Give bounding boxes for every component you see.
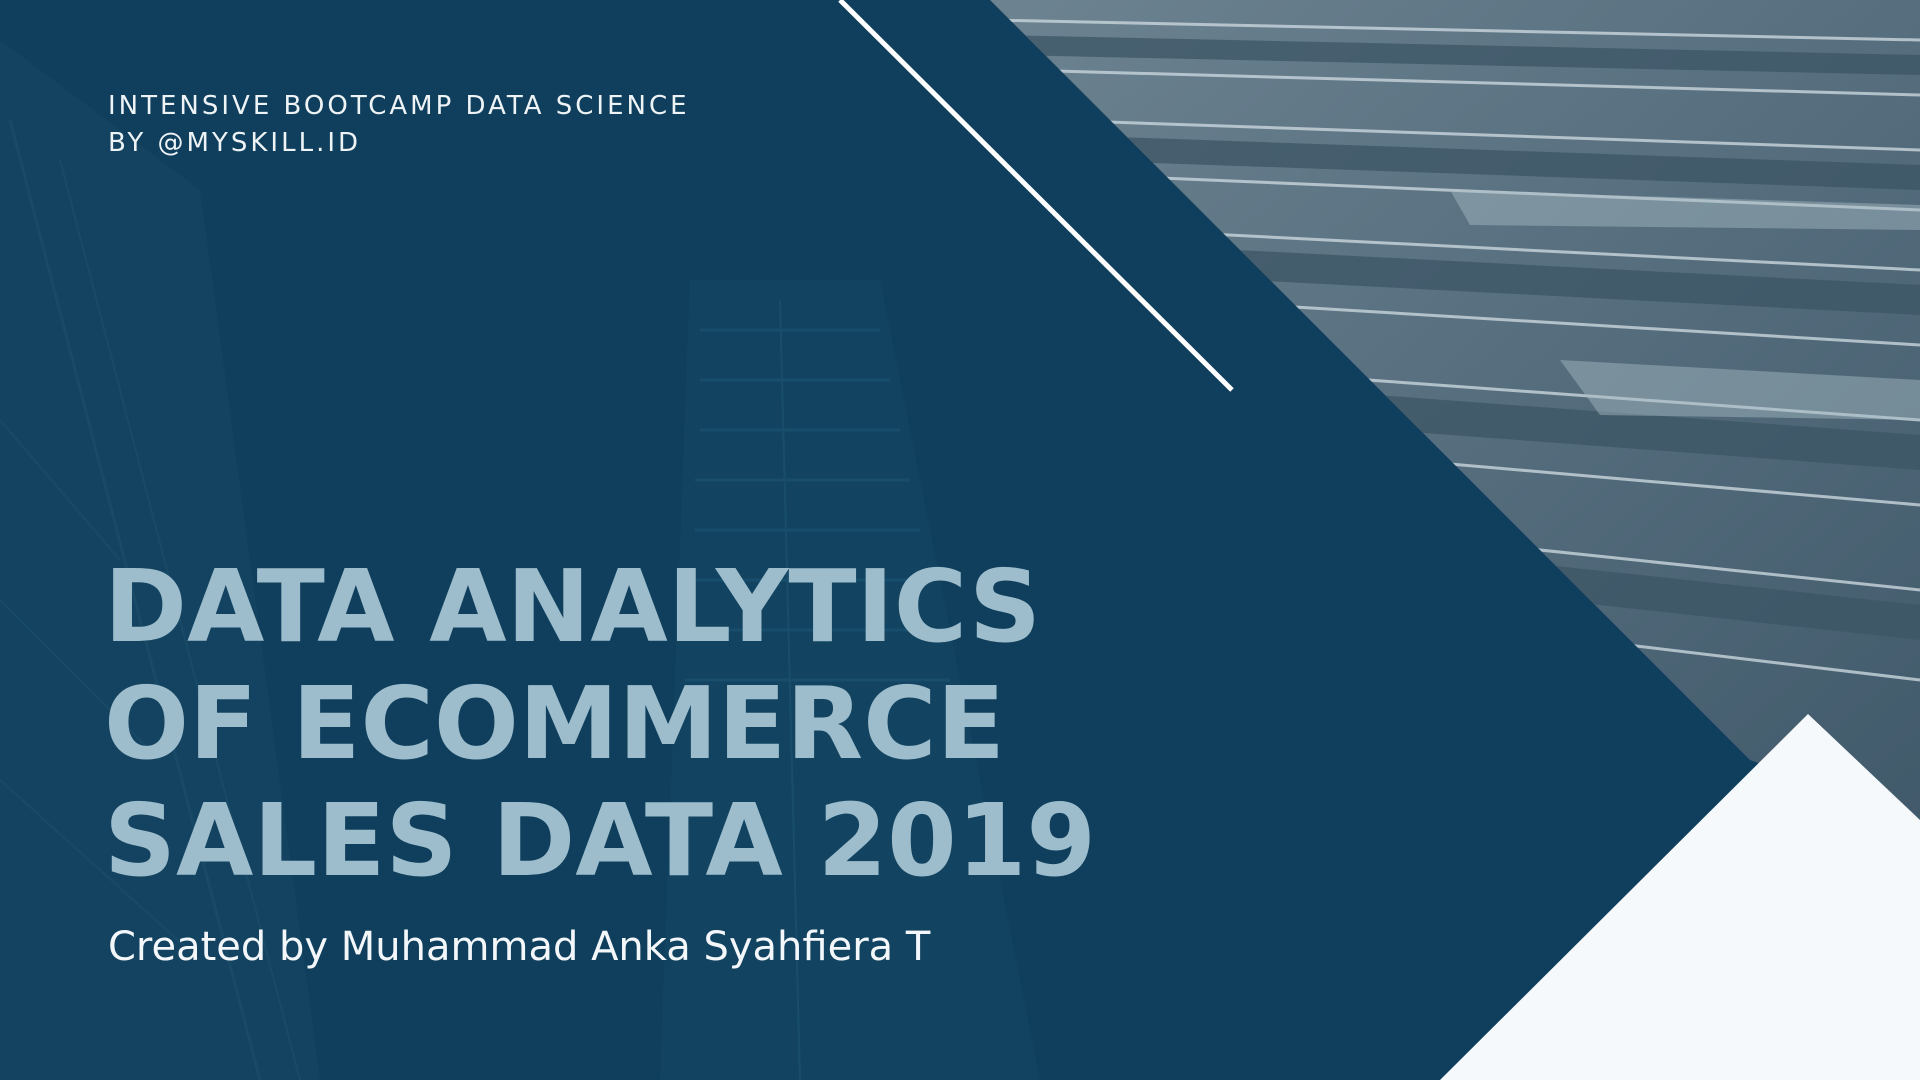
subtitle-line-1: INTENSIVE BOOTCAMP DATA SCIENCE (108, 91, 690, 121)
author-credit: Created by Muhammad Anka Syahfiera T (108, 924, 931, 970)
bootcamp-subtitle: INTENSIVE BOOTCAMP DATA SCIENCE BY @MYSK… (108, 88, 690, 162)
slide-title: DATA ANALYTICS OF ECOMMERCE SALES DATA 2… (104, 548, 1096, 899)
background-graphic (0, 0, 1920, 1080)
title-line-1: DATA ANALYTICS (104, 548, 1042, 665)
title-line-3: SALES DATA 2019 (104, 782, 1096, 899)
title-slide: INTENSIVE BOOTCAMP DATA SCIENCE BY @MYSK… (0, 0, 1920, 1080)
title-line-2: OF ECOMMERCE (104, 665, 1005, 782)
subtitle-line-2: BY @MYSKILL.ID (108, 128, 362, 158)
